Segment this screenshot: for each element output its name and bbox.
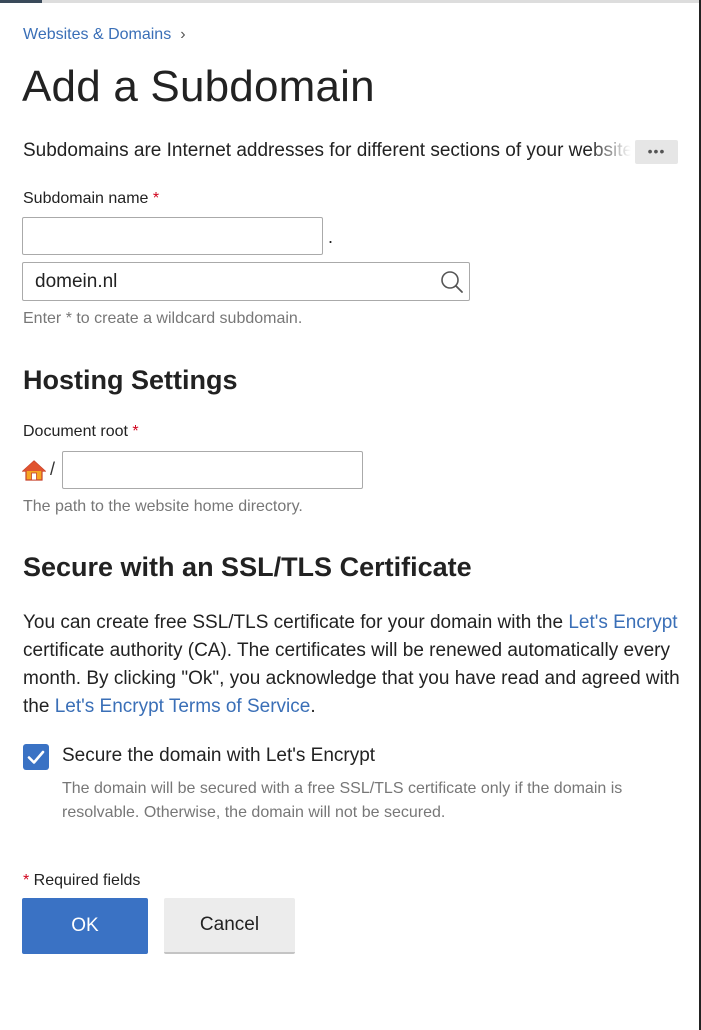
- chevron-right-icon: ›: [180, 26, 186, 43]
- top-border: [0, 0, 701, 3]
- lets-encrypt-link[interactable]: Let's Encrypt: [568, 612, 677, 633]
- secure-lets-encrypt-label[interactable]: Secure the domain with Let's Encrypt: [62, 745, 375, 767]
- document-root-input[interactable]: [62, 451, 363, 489]
- breadcrumb-link-websites-domains[interactable]: Websites & Domains: [23, 26, 171, 44]
- required-asterisk: *: [152, 190, 160, 207]
- document-root-prefix: /: [50, 459, 56, 479]
- page-title: Add a Subdomain: [22, 62, 375, 111]
- ok-button[interactable]: OK: [22, 898, 148, 954]
- top-border-accent: [0, 0, 42, 3]
- required-fields-note: * Required fields: [23, 872, 140, 890]
- required-asterisk: *: [132, 423, 139, 440]
- secure-lets-encrypt-description: The domain will be secured with a free S…: [62, 780, 623, 821]
- document-root-label: Document root *: [23, 423, 139, 441]
- ssl-description: You can create free SSL/TLS certificate …: [23, 609, 683, 721]
- document-root-hint: The path to the website home directory.: [23, 498, 303, 515]
- ssl-desc-part-1: You can create free SSL/TLS certificate …: [23, 612, 569, 633]
- required-fields-text: Required fields: [29, 872, 141, 889]
- domain-separator: .: [328, 227, 334, 247]
- parent-domain-value: domein.nl: [35, 271, 118, 292]
- breadcrumb: Websites & Domains ›: [23, 26, 186, 44]
- subdomain-name-label-text: Subdomain name: [23, 190, 149, 207]
- search-icon: [441, 271, 463, 293]
- document-root-label-text: Document root: [23, 423, 128, 440]
- home-icon: [22, 460, 46, 481]
- subdomain-name-label: Subdomain name *: [23, 190, 159, 208]
- checkmark-icon: [27, 750, 45, 764]
- page-description-row: Subdomains are Internet addresses for di…: [23, 140, 678, 166]
- page-description: Subdomains are Internet addresses for di…: [23, 140, 631, 161]
- secure-lets-encrypt-checkbox[interactable]: [23, 744, 49, 770]
- subdomain-name-input[interactable]: [22, 217, 323, 255]
- ssl-heading: Secure with an SSL/TLS Certificate: [23, 552, 472, 582]
- lets-encrypt-terms-link[interactable]: Let's Encrypt Terms of Service: [55, 696, 311, 717]
- parent-domain-select[interactable]: domein.nl: [22, 262, 470, 301]
- wildcard-hint: Enter * to create a wildcard subdomain.: [23, 310, 303, 327]
- hosting-settings-heading: Hosting Settings: [23, 365, 238, 395]
- cancel-button[interactable]: Cancel: [164, 898, 295, 954]
- more-description-button[interactable]: •••: [635, 140, 678, 164]
- ssl-desc-part-3: .: [310, 696, 316, 717]
